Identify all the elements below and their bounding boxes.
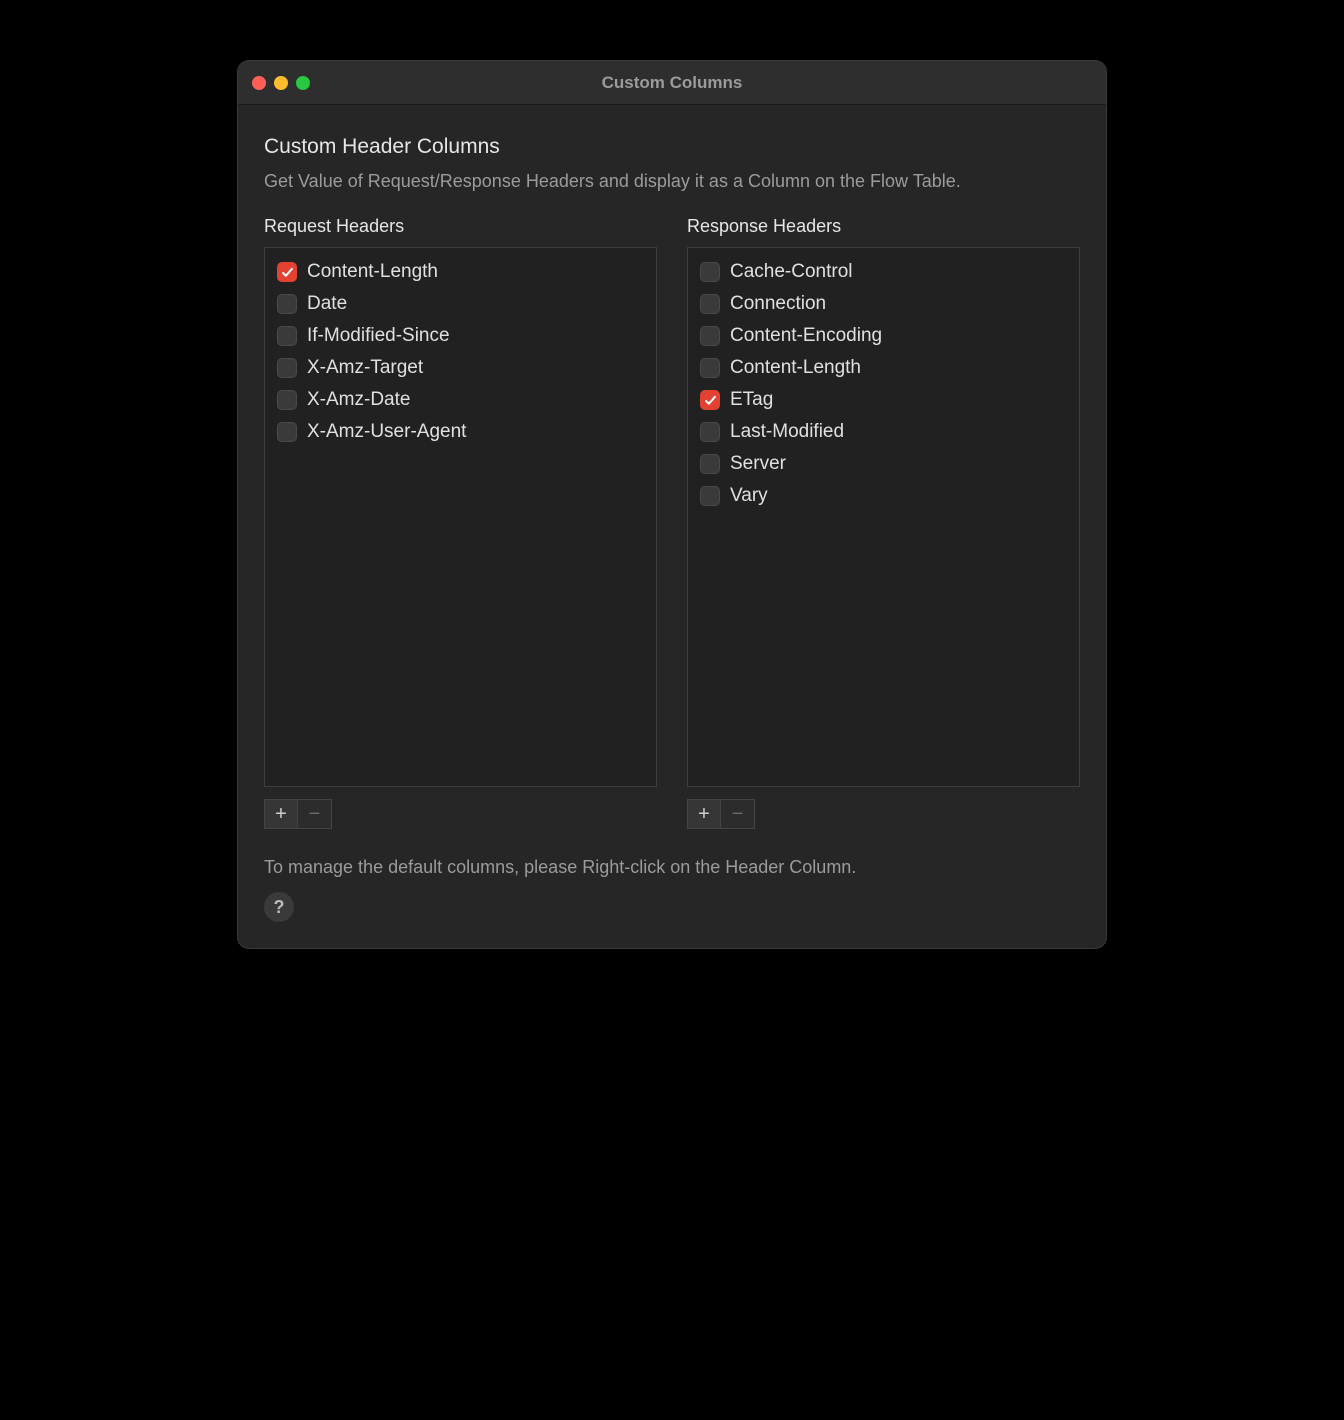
checkbox[interactable] <box>700 422 720 442</box>
help-button[interactable]: ? <box>264 892 294 922</box>
list-item[interactable]: Content-Length <box>688 352 1079 384</box>
list-item[interactable]: If-Modified-Since <box>265 320 656 352</box>
page-subheading: Get Value of Request/Response Headers an… <box>264 169 1080 194</box>
list-item[interactable]: X-Amz-Target <box>265 352 656 384</box>
list-item-label: Last-Modified <box>730 421 844 443</box>
list-item-label: If-Modified-Since <box>307 325 450 347</box>
list-item-label: Cache-Control <box>730 261 853 283</box>
footer-hint: To manage the default columns, please Ri… <box>264 857 1080 878</box>
checkbox[interactable] <box>700 294 720 314</box>
columns-container: Request Headers Content-Length Date If-Mod… <box>264 216 1080 829</box>
checkbox[interactable] <box>277 326 297 346</box>
close-window-button[interactable] <box>252 76 266 90</box>
request-add-button[interactable]: + <box>264 799 298 829</box>
list-item[interactable]: Date <box>265 288 656 320</box>
list-item[interactable]: Vary <box>688 480 1079 512</box>
custom-columns-window: Custom Columns Custom Header Columns Get… <box>237 60 1107 949</box>
checkbox[interactable] <box>700 454 720 474</box>
list-item-label: Server <box>730 453 786 475</box>
titlebar: Custom Columns <box>238 61 1106 105</box>
checkbox[interactable] <box>277 262 297 282</box>
list-item-label: X-Amz-Target <box>307 357 423 379</box>
list-item[interactable]: Last-Modified <box>688 416 1079 448</box>
request-remove-button: − <box>298 799 332 829</box>
response-headers-column: Response Headers Cache-Control Connection… <box>687 216 1080 829</box>
checkbox[interactable] <box>277 358 297 378</box>
list-item-label: X-Amz-Date <box>307 389 410 411</box>
request-headers-list[interactable]: Content-Length Date If-Modified-Since X-Amz… <box>264 247 657 787</box>
checkbox[interactable] <box>700 262 720 282</box>
list-item[interactable]: Content-Length <box>265 256 656 288</box>
list-item-label: Date <box>307 293 347 315</box>
checkbox[interactable] <box>700 358 720 378</box>
list-item-label: Content-Length <box>730 357 861 379</box>
list-item[interactable]: Content-Encoding <box>688 320 1079 352</box>
response-add-button[interactable]: + <box>687 799 721 829</box>
list-item-label: ETag <box>730 389 773 411</box>
checkbox[interactable] <box>277 422 297 442</box>
list-item-label: Content-Length <box>307 261 438 283</box>
response-headers-list[interactable]: Cache-Control Connection Content-Encoding C… <box>687 247 1080 787</box>
checkbox[interactable] <box>700 486 720 506</box>
list-item-label: Content-Encoding <box>730 325 882 347</box>
list-item-label: Connection <box>730 293 826 315</box>
list-item[interactable]: X-Amz-User-Agent <box>265 416 656 448</box>
list-item[interactable]: Cache-Control <box>688 256 1079 288</box>
request-headers-column: Request Headers Content-Length Date If-Mod… <box>264 216 657 829</box>
list-item[interactable]: X-Amz-Date <box>265 384 656 416</box>
minimize-window-button[interactable] <box>274 76 288 90</box>
list-item[interactable]: Connection <box>688 288 1079 320</box>
list-item[interactable]: Server <box>688 448 1079 480</box>
checkbox[interactable] <box>700 390 720 410</box>
checkbox[interactable] <box>277 390 297 410</box>
list-item-label: X-Amz-User-Agent <box>307 421 466 443</box>
response-headers-title: Response Headers <box>687 216 1080 237</box>
traffic-lights <box>252 76 310 90</box>
checkbox[interactable] <box>700 326 720 346</box>
list-item[interactable]: ETag <box>688 384 1079 416</box>
zoom-window-button[interactable] <box>296 76 310 90</box>
checkbox[interactable] <box>277 294 297 314</box>
content-area: Custom Header Columns Get Value of Reque… <box>238 105 1106 948</box>
request-headers-title: Request Headers <box>264 216 657 237</box>
window-title: Custom Columns <box>238 73 1106 93</box>
request-buttons: + − <box>264 799 657 829</box>
response-buttons: + − <box>687 799 1080 829</box>
list-item-label: Vary <box>730 485 768 507</box>
response-remove-button: − <box>721 799 755 829</box>
page-heading: Custom Header Columns <box>264 135 1080 159</box>
